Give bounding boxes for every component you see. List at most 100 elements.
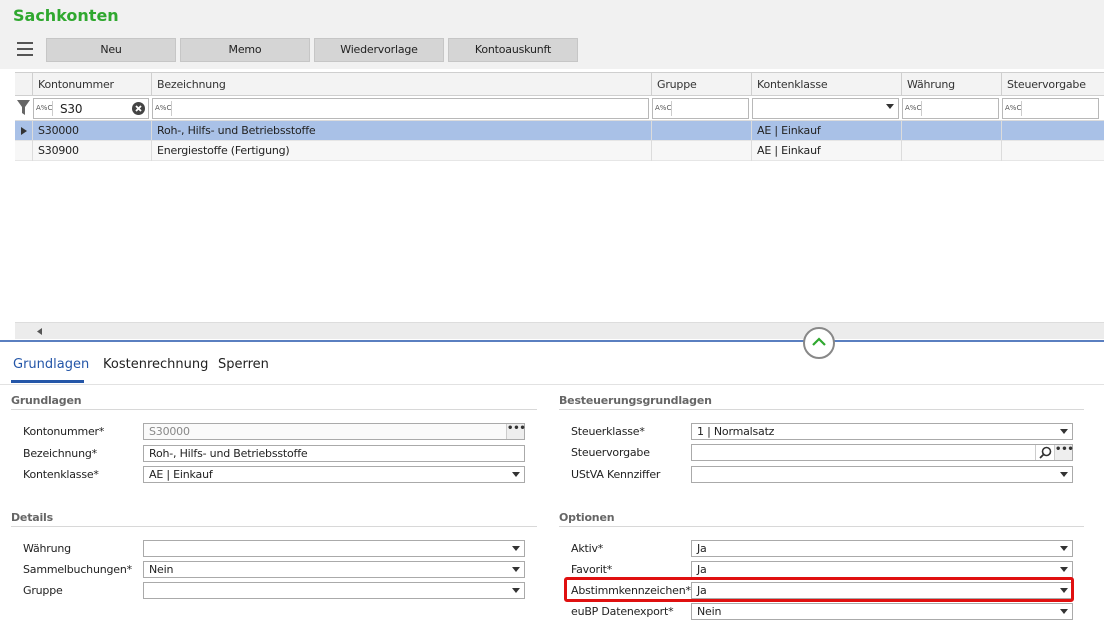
label-bezeichnung: Bezeichnung* [23, 447, 97, 460]
cell-kontenklasse: AE | Einkauf [751, 121, 902, 141]
page-title: Sachkonten [13, 6, 119, 25]
row-indicator-icon [21, 127, 27, 135]
ellipsis-icon[interactable]: ••• [1054, 445, 1074, 460]
menu-icon[interactable] [17, 42, 33, 57]
panel-splitter[interactable] [0, 340, 1104, 342]
kontonummer-field[interactable]: S30000 ••• [143, 423, 526, 440]
filter-mode-tag: A%C [655, 104, 672, 112]
steuerklasse-value: 1 | Normalsatz [697, 425, 775, 438]
cell-steuervorgabe [1001, 121, 1102, 141]
search-icon[interactable] [1035, 445, 1053, 460]
ustva-kennziffer-select[interactable] [691, 466, 1073, 483]
column-header-waehrung[interactable]: Währung [901, 73, 1002, 95]
table-row[interactable]: S30900 Energiestoffe (Fertigung) AE | Ei… [15, 141, 1104, 161]
filter-kontonummer[interactable]: A%C S30 [33, 98, 149, 119]
label-steuervorgabe: Steuervorgabe [571, 446, 650, 459]
filter-separator [52, 101, 53, 116]
label-kontenklasse: Kontenklasse* [23, 468, 99, 481]
ellipsis-icon[interactable]: ••• [506, 424, 526, 439]
filter-bezeichnung[interactable]: A%C [152, 98, 649, 119]
eubp-datenexport-value: Nein [697, 605, 722, 618]
steuerklasse-select[interactable]: 1 | Normalsatz [691, 423, 1073, 440]
kontonummer-value: S30000 [149, 425, 190, 438]
section-title-grundlagen: Grundlagen [11, 394, 82, 407]
column-header-steuervorgabe[interactable]: Steuervorgabe [1001, 73, 1102, 95]
header-indicator-cell [15, 73, 33, 95]
filter-separator [671, 101, 672, 116]
scroll-left-icon[interactable] [37, 328, 42, 335]
memo-button[interactable]: Memo [180, 38, 310, 62]
active-tab-indicator [11, 380, 84, 383]
tab-grundlagen[interactable]: Grundlagen [13, 357, 89, 372]
kontenklasse-select[interactable]: AE | Einkauf [143, 466, 525, 483]
section-divider [11, 409, 537, 410]
label-eubp-datenexport: euBP Datenexport* [571, 605, 674, 618]
filter-kontenklasse[interactable] [752, 98, 899, 119]
filter-mode-tag: A%C [155, 104, 172, 112]
dropdown-arrow-icon[interactable] [1056, 604, 1072, 619]
section-divider [11, 526, 537, 527]
cell-bezeichnung: Roh-, Hilfs- und Betriebsstoffe [151, 121, 651, 141]
filter-separator [921, 101, 922, 116]
filter-mode-tag: A%C [905, 104, 922, 112]
cell-gruppe [651, 121, 752, 141]
section-divider [559, 409, 1084, 410]
favorit-value: Ja [697, 563, 707, 576]
bezeichnung-value: Roh-, Hilfs- und Betriebsstoffe [149, 447, 308, 460]
aktiv-value: Ja [697, 542, 707, 555]
filter-icon[interactable] [17, 100, 30, 116]
filter-waehrung[interactable]: A%C [902, 98, 999, 119]
filter-gruppe[interactable]: A%C [652, 98, 749, 119]
filter-steuervorgabe[interactable]: A%C [1002, 98, 1099, 119]
tab-sperren[interactable]: Sperren [218, 357, 269, 372]
eubp-datenexport-select[interactable]: Nein [691, 603, 1073, 620]
kontenklasse-value: AE | Einkauf [149, 468, 213, 481]
label-waehrung: Währung [23, 542, 71, 555]
wiedervorlage-button[interactable]: Wiedervorlage [314, 38, 444, 62]
dropdown-arrow-icon[interactable] [1056, 562, 1072, 577]
cell-waehrung [901, 121, 1002, 141]
grid-header: Kontonummer Bezeichnung Gruppe Kontenkla… [15, 72, 1104, 96]
dropdown-arrow-icon[interactable] [1056, 424, 1072, 439]
horizontal-scrollbar[interactable] [15, 322, 1104, 339]
accounts-grid: Kontonummer Bezeichnung Gruppe Kontenkla… [15, 72, 1104, 340]
dropdown-arrow-icon[interactable] [508, 467, 524, 482]
section-title-details: Details [11, 511, 53, 524]
favorit-select[interactable]: Ja [691, 561, 1073, 578]
tab-kostenrechnung[interactable]: Kostenrechnung [103, 357, 208, 372]
cell-kontonummer: S30000 [32, 121, 152, 141]
gruppe-select[interactable] [143, 582, 525, 599]
filter-row: A%C S30 A%C A%C A%C A%C [15, 96, 1104, 121]
cell-kontonummer: S30900 [32, 141, 152, 161]
label-aktiv: Aktiv* [571, 542, 604, 555]
dropdown-arrow-icon[interactable] [508, 583, 524, 598]
chevron-up-icon [812, 337, 826, 346]
bezeichnung-field[interactable]: Roh-, Hilfs- und Betriebsstoffe [143, 445, 525, 462]
section-title-besteuerung: Besteuerungsgrundlagen [559, 394, 712, 407]
dropdown-arrow-icon[interactable] [508, 541, 524, 556]
new-button[interactable]: Neu [46, 38, 176, 62]
filter-separator [1021, 101, 1022, 116]
filter-kontonummer-value: S30 [60, 102, 83, 116]
column-header-kontenklasse[interactable]: Kontenklasse [751, 73, 902, 95]
label-kontonummer: Kontonummer* [23, 425, 105, 438]
cell-bezeichnung: Energiestoffe (Fertigung) [151, 141, 651, 161]
column-header-gruppe[interactable]: Gruppe [651, 73, 752, 95]
section-title-optionen: Optionen [559, 511, 615, 524]
aktiv-select[interactable]: Ja [691, 540, 1073, 557]
table-row[interactable]: S30000 Roh-, Hilfs- und Betriebsstoffe A… [15, 121, 1104, 141]
dropdown-arrow-icon[interactable] [508, 562, 524, 577]
dropdown-arrow-icon[interactable] [1056, 467, 1072, 482]
clear-icon[interactable] [132, 102, 145, 115]
cell-gruppe [651, 141, 752, 161]
filter-mode-tag: A%C [1005, 104, 1022, 112]
sammelbuchungen-select[interactable]: Nein [143, 561, 525, 578]
column-header-bezeichnung[interactable]: Bezeichnung [151, 73, 651, 95]
kontoauskunft-button[interactable]: Kontoauskunft [448, 38, 578, 62]
steuervorgabe-field[interactable]: ••• [691, 444, 1074, 461]
dropdown-arrow-icon[interactable] [1056, 541, 1072, 556]
waehrung-select[interactable] [143, 540, 525, 557]
dropdown-arrow-icon[interactable] [882, 99, 898, 114]
column-header-kontonummer[interactable]: Kontonummer [32, 73, 152, 95]
label-favorit: Favorit* [571, 563, 613, 576]
